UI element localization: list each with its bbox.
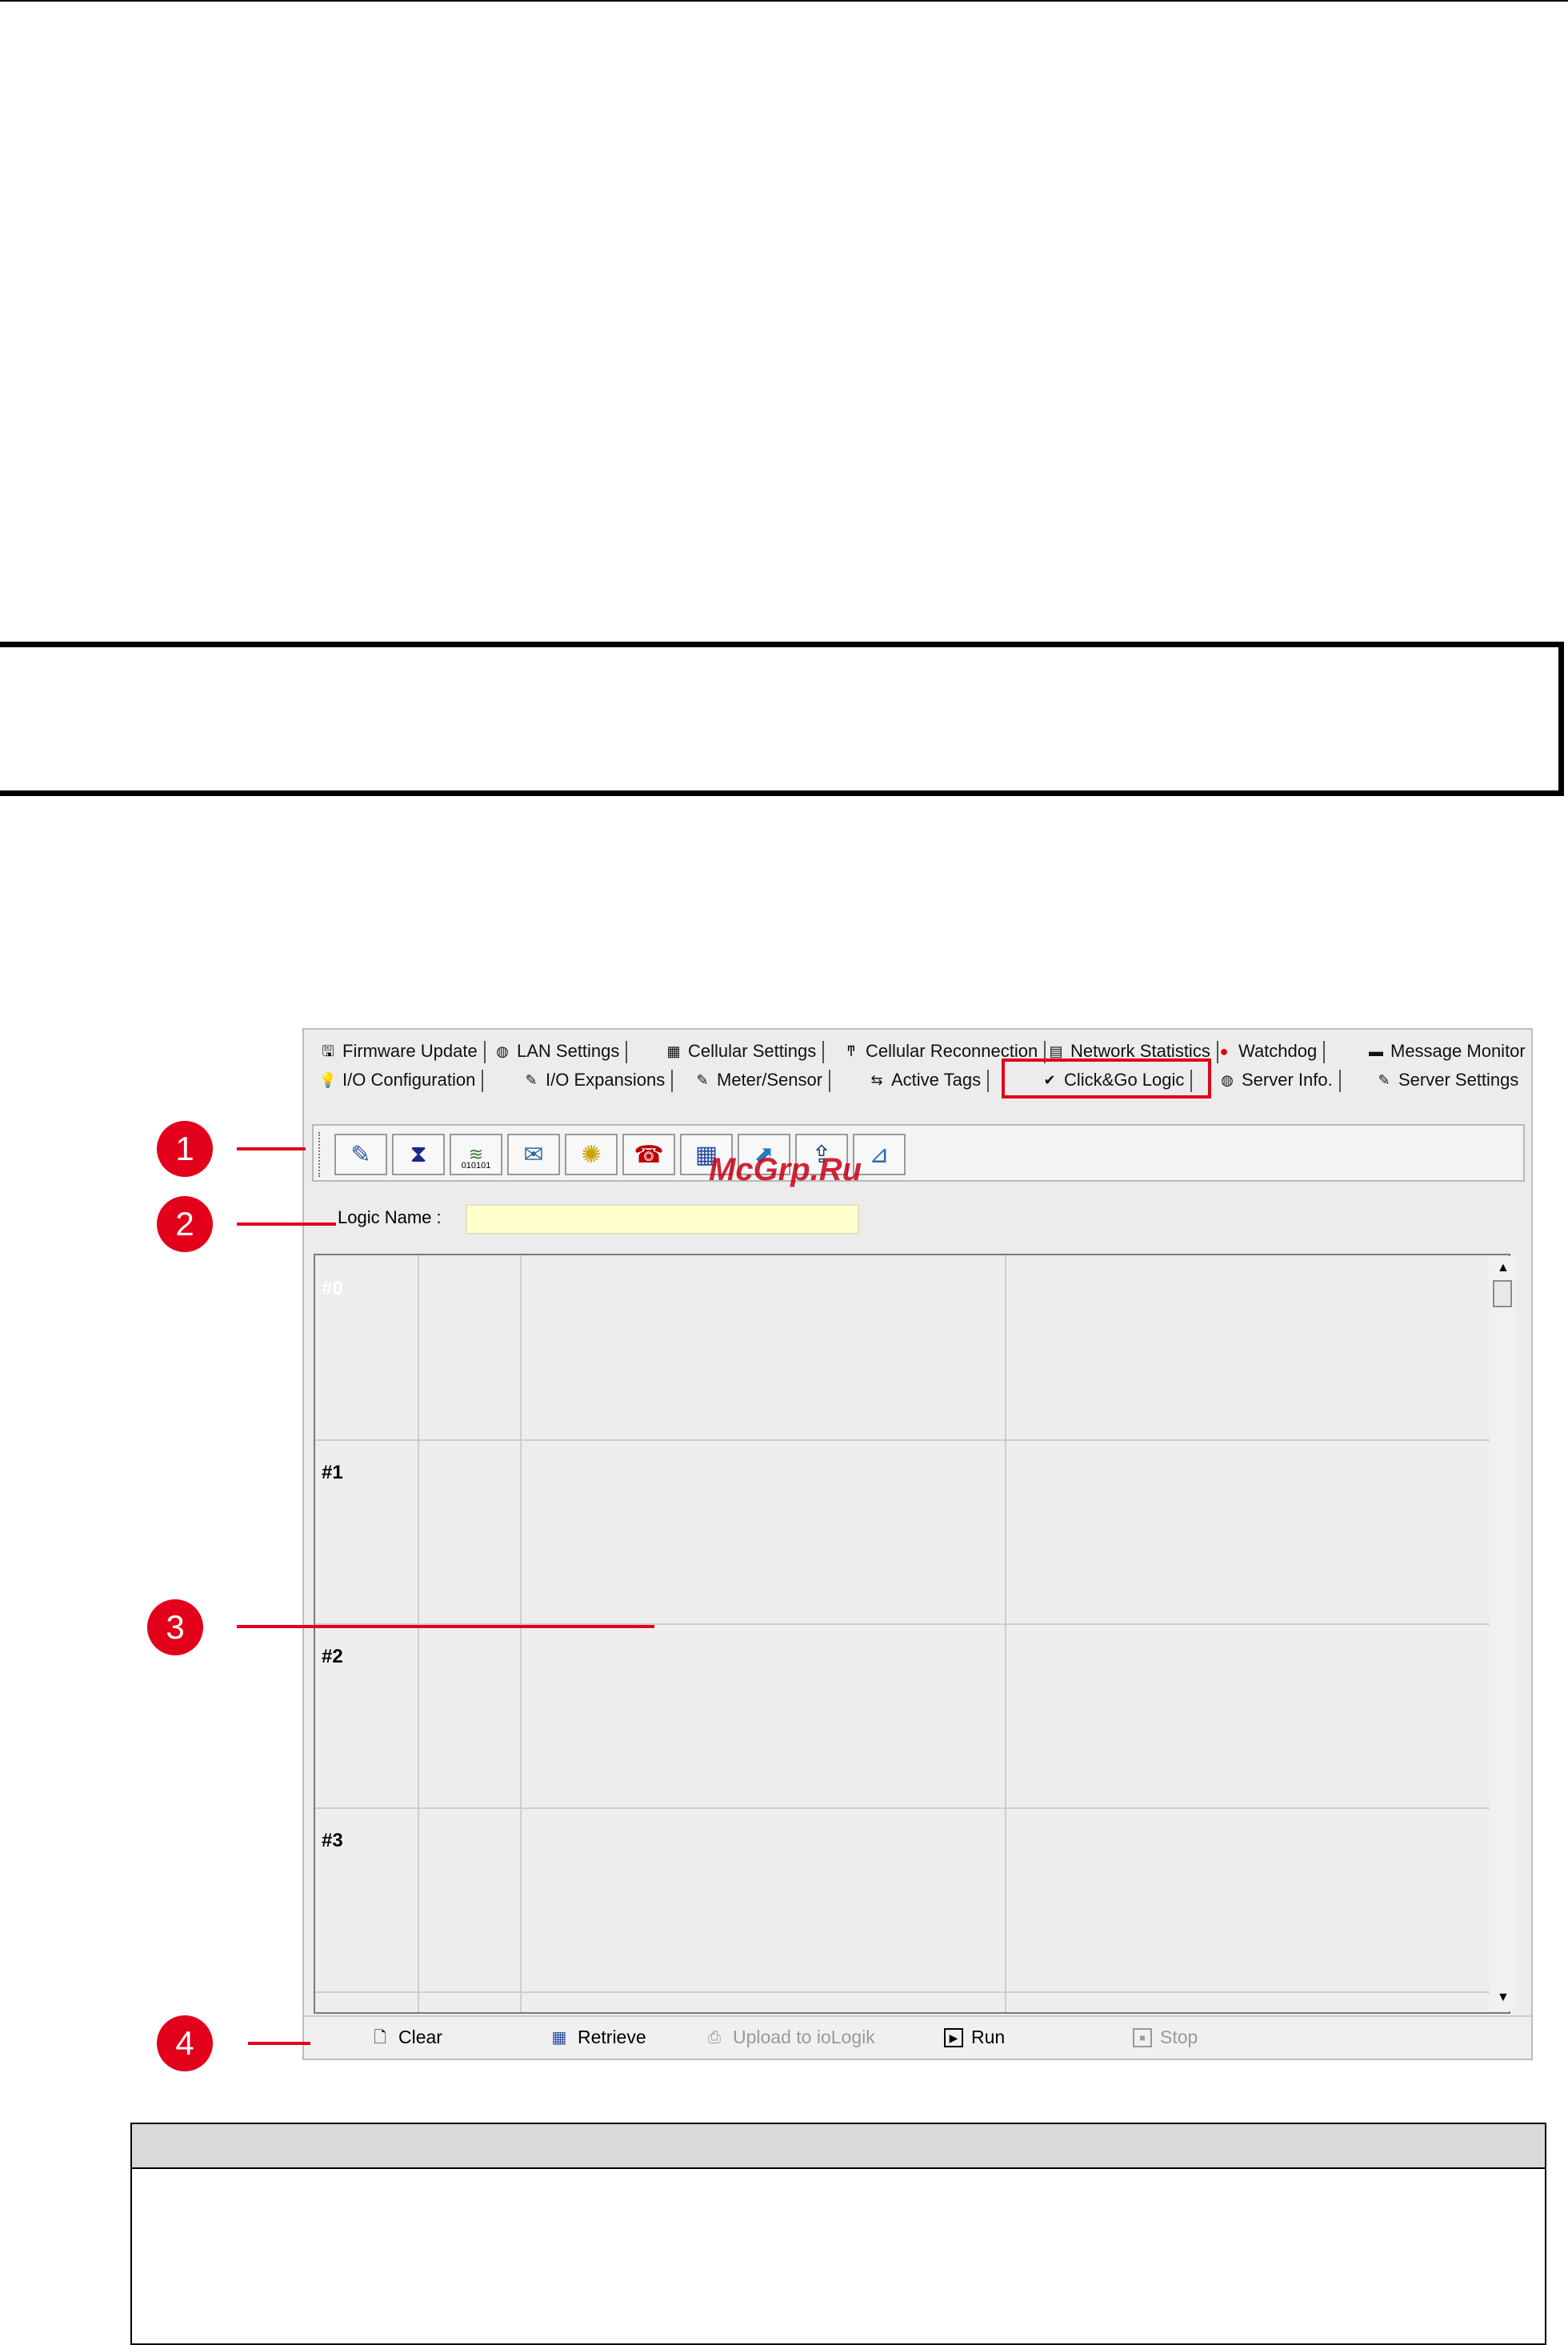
edit-icon: ✎ [350,1141,371,1168]
clear-label: Clear [398,2027,442,2047]
stop-label: Stop [1160,2027,1198,2047]
sms-icon: ✺ [581,1141,602,1168]
logic-grid[interactable]: #0 #1 #2 #3 [314,1254,1510,2014]
tab-cellular-settings[interactable]: ▦ Cellular Settings [664,1038,825,1065]
scroll-thumb[interactable] [1493,1280,1512,1307]
callout-4-line [248,2042,310,2045]
callout-2-line [237,1223,336,1226]
tab-label: LAN Settings [517,1041,620,1061]
watermark: McGrp.Ru [709,1152,862,1187]
email-button[interactable]: ✉ [507,1134,560,1175]
logic-toolbar: ✎ ⧗ ≋ 010101 ✉ ✺ ☎ ▦ ⬈ ⇪ ⊿ [312,1124,1525,1182]
upload-device-icon: ⎙ [708,2028,721,2047]
tab-watchdog[interactable]: ● Watchdog [1214,1038,1326,1065]
callout-2: 2 [157,1196,213,1252]
tab-lan-settings[interactable]: ◍ LAN Settings [493,1038,628,1065]
antenna-icon: ͳ [846,1043,856,1059]
tab-label: Active Tags [891,1070,982,1090]
email-icon: ✉ [523,1141,544,1168]
meter-icon: ✎ [696,1072,709,1088]
grid-row-label: #1 [322,1462,343,1483]
run-label: Run [971,2027,1006,2047]
callout-3-line [237,1625,654,1628]
run-button[interactable]: ▶ Run [944,2027,1005,2048]
grid-row-label: #3 [322,1830,343,1851]
tab-server-info[interactable]: ◍ Server Info. [1218,1066,1341,1094]
tab-label: Cellular Settings [688,1041,817,1061]
tab-firmware-update[interactable]: 🖫 Firmware Update [318,1038,486,1065]
tag-edit-icon: ⊿ [869,1141,890,1168]
tags-icon: ⇆ [870,1072,883,1088]
table-icon: ▦ [551,2028,567,2047]
upload-to-iologik-button[interactable]: ⎙ Upload to ioLogik [704,2027,875,2048]
bottom-action-bar: 🗋 Clear ▦ Retrieve ⎙ Upload to ioLogik ▶ Run… [304,2015,1531,2059]
network-icon: ▦ [666,1043,681,1059]
tab-server-settings[interactable]: ✎ Server Settings [1374,1066,1518,1094]
monitor-icon: ▬ [1369,1043,1383,1059]
network-stats-icon: ▤ [1049,1043,1063,1059]
binary-label: 010101 [461,1161,491,1170]
tab-label: Firmware Update [342,1041,478,1061]
grid-row-label: #2 [322,1646,343,1667]
selected-tab-highlight [1002,1058,1211,1098]
firmware-icon: 🖫 [322,1043,334,1059]
phone-icon: ☎ [634,1141,664,1168]
scroll-down-arrow-icon[interactable]: ▼ [1497,1991,1510,2005]
top-rule [0,0,1568,2]
globe-icon: ◍ [496,1043,509,1059]
tab-label: Server Info. [1242,1070,1333,1090]
scroll-up-arrow-icon[interactable]: ▲ [1497,1261,1510,1275]
new-document-icon: 🗋 [373,2028,387,2047]
tab-label: I/O Configuration [342,1070,476,1090]
description-table-header [130,2123,1546,2169]
app-window: 🖫 Firmware Update ◍ LAN Settings ▦ Cellular… [302,1028,1533,2060]
info-icon: ◍ [1221,1072,1234,1088]
tab-label: Watchdog [1238,1041,1318,1061]
tab-label: Server Settings [1398,1070,1519,1090]
edit-button[interactable]: ✎ [334,1134,387,1175]
sms-button[interactable]: ✺ [565,1134,618,1175]
tab-io-expansions[interactable]: ✎ I/O Expansions [522,1066,674,1094]
lightbulb-icon: 💡 [318,1072,338,1088]
note-box [0,642,1564,796]
logic-name-input[interactable] [466,1204,859,1235]
toolbar-grip[interactable] [318,1132,326,1177]
callout-3: 3 [147,1599,203,1655]
tab-label: I/O Expansions [546,1070,666,1090]
phone-button[interactable]: ☎ [622,1134,675,1175]
timer-button[interactable]: ⧗ [392,1134,445,1175]
tab-message-monitor[interactable]: ▬ Message Monitor [1366,1038,1526,1065]
expansion-icon: ✎ [525,1072,538,1088]
stop-icon: ■ [1133,2027,1152,2047]
callout-4: 4 [157,2015,213,2071]
callout-1-line [237,1147,306,1150]
binary-button[interactable]: ≋ 010101 [450,1134,502,1175]
grid-row-label: #0 [322,1278,343,1299]
vertical-scrollbar[interactable]: ▲ ▼ [1490,1256,1515,2011]
watchdog-icon: ● [1219,1043,1229,1059]
tab-label: Meter/Sensor [717,1070,823,1090]
tab-label: Message Monitor [1390,1041,1526,1061]
retrieve-label: Retrieve [578,2027,646,2047]
hourglass-icon: ⧗ [410,1141,427,1167]
play-icon: ▶ [944,2027,963,2047]
tab-active-tags[interactable]: ⇆ Active Tags [867,1066,990,1094]
stop-button[interactable]: ■ Stop [1133,2027,1198,2048]
tab-io-configuration[interactable]: 💡 I/O Configuration [318,1066,484,1094]
settings-icon: ✎ [1378,1072,1390,1088]
retrieve-button[interactable]: ▦ Retrieve [549,2027,646,2048]
clear-button[interactable]: 🗋 Clear [370,2027,442,2048]
upload-label: Upload to ioLogik [733,2027,875,2047]
callout-1: 1 [157,1121,213,1177]
tab-meter-sensor[interactable]: ✎ Meter/Sensor [693,1066,831,1094]
logic-name-label: Logic Name : [338,1207,442,1227]
